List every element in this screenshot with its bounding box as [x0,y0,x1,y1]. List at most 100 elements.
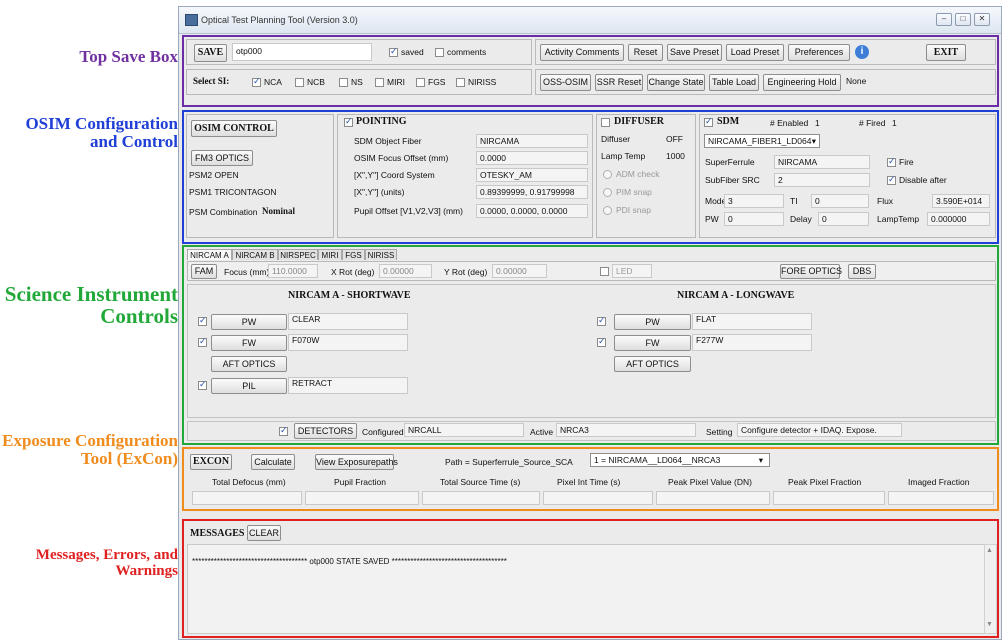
excon-button[interactable]: EXCON [190,454,232,470]
pdi-snap-radio[interactable] [603,206,612,215]
comments-checkbox[interactable] [435,48,444,57]
diffuser-checkbox[interactable] [601,118,610,127]
sw-fw-checkbox[interactable] [198,336,207,347]
preferences-button[interactable]: Preferences [788,44,850,61]
si-ncb-checkbox[interactable] [295,78,304,87]
lw-aft-optics-button[interactable]: AFT OPTICS [614,356,691,372]
sw-fw-button[interactable]: FW [211,335,287,351]
lw-pw-button[interactable]: PW [614,314,691,330]
fire-checkbox[interactable] [887,156,896,167]
configured-value[interactable]: NRCALL [404,423,524,437]
table-load-button[interactable]: Table Load [709,74,759,91]
detectors-checkbox[interactable] [279,425,288,436]
sdm-checkbox[interactable] [704,116,713,127]
sw-fw-value[interactable]: F070W [288,334,408,351]
adm-check-label: ADM check [616,169,660,179]
delay-value[interactable]: 0 [818,212,869,226]
path-select[interactable]: 1 = NIRCAMA__LD064__NRCA3 ▾ [590,453,770,467]
ti-value[interactable]: 0 [811,194,869,208]
si-niriss-checkbox[interactable] [456,78,465,87]
save-filename-input[interactable]: otp000 [232,43,372,61]
sw-pil-button[interactable]: PIL [211,378,287,394]
saved-checkbox[interactable] [389,46,398,57]
lw-pw-checkbox[interactable] [597,315,606,326]
pointing-label: POINTING [356,116,407,127]
si-miri-checkbox[interactable] [375,78,384,87]
detectors-button[interactable]: DETECTORS [294,423,357,439]
hold-status-text: None [846,76,867,86]
focus-value[interactable]: 110.0000 [268,264,318,278]
tab-miri[interactable]: MIRI [318,249,342,260]
pw-value[interactable]: 0 [724,212,784,226]
tab-niriss[interactable]: NIRISS [365,249,397,260]
pointing-row-value[interactable]: 0.0000, 0.0000, 0.0000 [476,204,588,218]
lw-fw-checkbox[interactable] [597,336,606,347]
led-field[interactable]: LED [612,264,652,278]
sw-pil-checkbox[interactable] [198,379,207,390]
info-icon[interactable]: i [855,45,869,59]
si-ns-checkbox[interactable] [339,78,348,87]
tab-fgs[interactable]: FGS [342,249,365,260]
mode-value[interactable]: 3 [724,194,784,208]
disable-after-checkbox[interactable] [887,174,896,185]
fore-optics-button[interactable]: FORE OPTICS [780,264,842,279]
subfiber-value[interactable]: 2 [774,173,870,187]
pim-snap-radio[interactable] [603,188,612,197]
load-preset-button[interactable]: Load Preset [726,44,784,61]
tab-nirspec[interactable]: NIRSPEC [278,249,318,260]
change-state-button[interactable]: Change State [647,74,705,91]
flux-value[interactable]: 3.590E+014 [932,194,990,208]
setting-value[interactable]: Configure detector + IDAQ. Expose. [737,423,902,437]
active-value[interactable]: NRCA3 [556,423,696,437]
fam-button[interactable]: FAM [191,264,217,279]
ssr-reset-button[interactable]: SSR Reset [595,74,643,91]
close-icon[interactable]: ✕ [974,13,990,26]
pointing-row-value[interactable]: OTESKY_AM [476,168,588,182]
save-preset-button[interactable]: Save Preset [667,44,722,61]
adm-check-radio[interactable] [603,170,612,179]
clear-messages-button[interactable]: CLEAR [247,525,281,541]
lw-fw-button[interactable]: FW [614,335,691,351]
engineering-hold-button[interactable]: Engineering Hold [763,74,841,91]
diffuser-name: Diffuser [601,134,631,144]
sw-pil-value[interactable]: RETRACT [288,377,408,394]
sw-pw-button[interactable]: PW [211,314,287,330]
sw-aft-optics-button[interactable]: AFT OPTICS [211,356,287,372]
yrot-value[interactable]: 0.00000 [492,264,547,278]
messages-scrollbar[interactable]: ▲ ▼ [984,544,997,634]
exit-button[interactable]: EXIT [926,44,966,61]
fiber-select[interactable]: NIRCAMA_FIBER1_LD064 ▾ [704,134,820,148]
lw-fw-value[interactable]: F277W [692,334,812,351]
reset-button[interactable]: Reset [628,44,663,61]
pointing-row-value[interactable]: NIRCAMA [476,134,588,148]
save-button[interactable]: SAVE [194,44,227,62]
enabled-label: # Enabled [770,118,809,128]
scroll-up-icon[interactable]: ▲ [986,547,993,554]
pointing-row-value[interactable]: 0.0000 [476,151,588,165]
tab-nircam-a[interactable]: NIRCAM A [187,249,232,260]
si-fgs-checkbox[interactable] [416,78,425,87]
calculate-button[interactable]: Calculate [251,454,295,470]
dbs-button[interactable]: DBS [848,264,876,279]
sw-pw-value[interactable]: CLEAR [288,313,408,330]
si-nca-checkbox[interactable] [252,76,261,87]
path-select-value: 1 = NIRCAMA__LD064__NRCA3 [594,455,721,465]
pointing-row-value[interactable]: 0.89399999, 0.91799998 [476,185,588,199]
oss-osim-button[interactable]: OSS-OSIM [540,74,591,91]
osim-control-button[interactable]: OSIM CONTROL [191,120,277,137]
fm3-optics-button[interactable]: FM3 OPTICS [191,150,253,166]
pointing-checkbox[interactable] [344,116,353,127]
lw-pw-value[interactable]: FLAT [692,313,812,330]
lamptemp2-value[interactable]: 0.000000 [927,212,990,226]
messages-log[interactable]: ************************************* ot… [187,544,985,634]
minimize-icon[interactable]: – [936,13,952,26]
scroll-down-icon[interactable]: ▼ [986,621,993,628]
sw-pw-checkbox[interactable] [198,315,207,326]
xrot-value[interactable]: 0.00000 [379,264,432,278]
activity-comments-button[interactable]: Activity Comments [540,44,624,61]
view-exposurepaths-button[interactable]: View Exposurepaths [315,454,398,470]
maximize-icon[interactable]: □ [955,13,971,26]
superferrule-value[interactable]: NIRCAMA [774,155,870,169]
led-checkbox[interactable] [600,267,609,276]
tab-nircam-b[interactable]: NIRCAM B [232,249,278,260]
